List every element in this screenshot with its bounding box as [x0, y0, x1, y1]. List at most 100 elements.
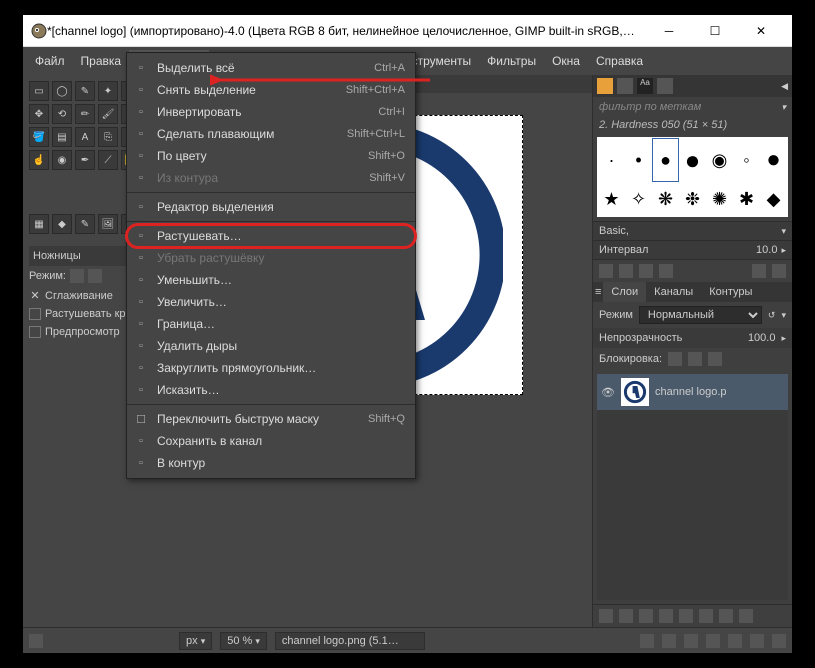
menu-filters[interactable]: Фильтры	[479, 50, 544, 72]
tab-icon[interactable]: 🖼	[98, 214, 118, 234]
tool-brush[interactable]: 🖌	[98, 104, 118, 124]
tab-icon[interactable]	[597, 78, 613, 94]
tool-bucket[interactable]: 🪣	[29, 127, 49, 147]
menu-icon[interactable]	[772, 264, 786, 278]
menu-item-растушевать-[interactable]: ▫Растушевать…	[127, 225, 415, 247]
duplicate-layer-icon[interactable]	[679, 609, 693, 623]
tab-icon[interactable]	[657, 78, 673, 94]
layer-item[interactable]: 👁 channel logo.p	[597, 374, 788, 410]
smoothing-check[interactable]: Сглаживание	[45, 290, 113, 302]
tool-smudge[interactable]: ☝	[29, 150, 49, 170]
status-icon[interactable]	[662, 634, 676, 648]
brush-item[interactable]: ●	[653, 139, 678, 181]
status-icon[interactable]	[684, 634, 698, 648]
tab-icon[interactable]	[617, 78, 633, 94]
refresh-icon[interactable]	[752, 264, 766, 278]
tool-move[interactable]: ✥	[29, 104, 49, 124]
menu-item-сделать-плавающим[interactable]: ▫Сделать плавающимShift+Ctrl+L	[127, 123, 415, 145]
tool-pencil[interactable]: ✏	[75, 104, 95, 124]
tool-fuzzy-select[interactable]: ✦	[98, 81, 118, 101]
layer-group-icon[interactable]	[619, 609, 633, 623]
duplicate-icon[interactable]	[639, 264, 653, 278]
tool-clone[interactable]: ⎘	[98, 127, 118, 147]
checkbox[interactable]	[29, 308, 41, 320]
status-icon[interactable]	[772, 634, 786, 648]
menu-item-выделить-всё[interactable]: ▫Выделить всёCtrl+A	[127, 57, 415, 79]
menu-item-граница-[interactable]: ▫Граница…	[127, 313, 415, 335]
menu-item-исказить-[interactable]: ▫Исказить…	[127, 379, 415, 401]
brush-preset-select[interactable]: Basic,	[599, 225, 777, 237]
menu-file[interactable]: Файл	[27, 50, 73, 72]
edit-icon[interactable]	[599, 264, 613, 278]
tab-paths[interactable]: Контуры	[701, 282, 760, 302]
menu-edit[interactable]: Правка	[73, 50, 130, 72]
brush-item[interactable]: •	[626, 139, 651, 181]
lower-layer-icon[interactable]	[659, 609, 673, 623]
tool-rect-select[interactable]: ▭	[29, 81, 49, 101]
tool-gradient[interactable]: ▤	[52, 127, 72, 147]
tab-layers[interactable]: Слои	[603, 282, 646, 302]
lock-alpha-icon[interactable]	[708, 352, 722, 366]
tool-ellipse-select[interactable]: ◯	[52, 81, 72, 101]
brush-item[interactable]: ◉	[707, 139, 732, 181]
brush-item[interactable]: ❋	[653, 183, 678, 215]
tab-icon[interactable]: Aa	[637, 78, 653, 94]
minimize-button[interactable]: ─	[646, 16, 692, 46]
tab-icon[interactable]: ✎	[75, 214, 95, 234]
brush-item[interactable]: ✧	[626, 183, 651, 215]
menu-item-закруглить-прямоугольник-[interactable]: ▫Закруглить прямоугольник…	[127, 357, 415, 379]
stepper-icon[interactable]: ▸	[781, 333, 786, 344]
menu-item-удалить-дыры[interactable]: ▫Удалить дыры	[127, 335, 415, 357]
tool-blur[interactable]: ◉	[52, 150, 72, 170]
interval-value[interactable]: 10.0	[756, 244, 777, 256]
lock-pixels-icon[interactable]	[668, 352, 682, 366]
menu-item-в-контур[interactable]: ▫В контур	[127, 452, 415, 474]
tool-free-select[interactable]: ✎	[75, 81, 95, 101]
feather-check[interactable]: Растушевать кр	[45, 308, 126, 320]
brush-item[interactable]: ★	[599, 183, 624, 215]
brush-item[interactable]: ❉	[680, 183, 705, 215]
delete-icon[interactable]	[659, 264, 673, 278]
menu-item-редактор-выделения[interactable]: ▫Редактор выделения	[127, 196, 415, 218]
delete-layer-icon[interactable]	[739, 609, 753, 623]
brush-item[interactable]: ●	[680, 139, 705, 181]
blend-mode-select[interactable]: Нормальный	[639, 306, 762, 324]
chevron-down-icon[interactable]: ▾	[781, 102, 786, 113]
brush-item[interactable]: ·	[599, 139, 624, 181]
brush-item[interactable]: ●	[761, 139, 786, 181]
stepper-icon[interactable]: ▸	[781, 245, 786, 256]
close-x-icon[interactable]: ✕	[29, 289, 41, 302]
menu-item-инвертировать[interactable]: ▫ИнвертироватьCtrl+I	[127, 101, 415, 123]
checkbox[interactable]	[29, 326, 41, 338]
menu-windows[interactable]: Окна	[544, 50, 588, 72]
layer-name[interactable]: channel logo.p	[655, 386, 727, 398]
tab-icon[interactable]: ◆	[52, 214, 72, 234]
menu-help[interactable]: Справка	[588, 50, 651, 72]
menu-item-по-цвету[interactable]: ▫По цветуShift+O	[127, 145, 415, 167]
brush-item[interactable]: ◦	[734, 139, 759, 181]
brush-filter-input[interactable]: фильтр по меткам	[599, 101, 781, 113]
menu-item-сохранить-в-канал[interactable]: ▫Сохранить в канал	[127, 430, 415, 452]
menu-item-снять-выделение[interactable]: ▫Снять выделениеShift+Ctrl+A	[127, 79, 415, 101]
chevron-down-icon[interactable]: ▾	[781, 310, 786, 321]
mode-icon[interactable]	[88, 269, 102, 283]
brush-item[interactable]: ✺	[707, 183, 732, 215]
preview-check[interactable]: Предпросмотр	[45, 326, 120, 338]
status-icon[interactable]	[728, 634, 742, 648]
brush-item[interactable]: ✱	[734, 183, 759, 215]
tool-rotate[interactable]: ⟲	[52, 104, 72, 124]
new-layer-icon[interactable]	[599, 609, 613, 623]
panel-menu-icon[interactable]: ◀	[781, 81, 788, 92]
lock-position-icon[interactable]	[688, 352, 702, 366]
tab-channels[interactable]: Каналы	[646, 282, 701, 302]
tool-text[interactable]: A	[75, 127, 95, 147]
visibility-icon[interactable]: 👁	[601, 386, 615, 399]
mode-icon[interactable]	[70, 269, 84, 283]
merge-down-icon[interactable]	[699, 609, 713, 623]
raise-layer-icon[interactable]	[639, 609, 653, 623]
chevron-down-icon[interactable]: ▾	[781, 226, 786, 237]
status-icon[interactable]	[706, 634, 720, 648]
menu-item-уменьшить-[interactable]: ▫Уменьшить…	[127, 269, 415, 291]
menu-item-переключить-быструю-маску[interactable]: ☐Переключить быструю маскуShift+Q	[127, 408, 415, 430]
tab-icon[interactable]: ▦	[29, 214, 49, 234]
